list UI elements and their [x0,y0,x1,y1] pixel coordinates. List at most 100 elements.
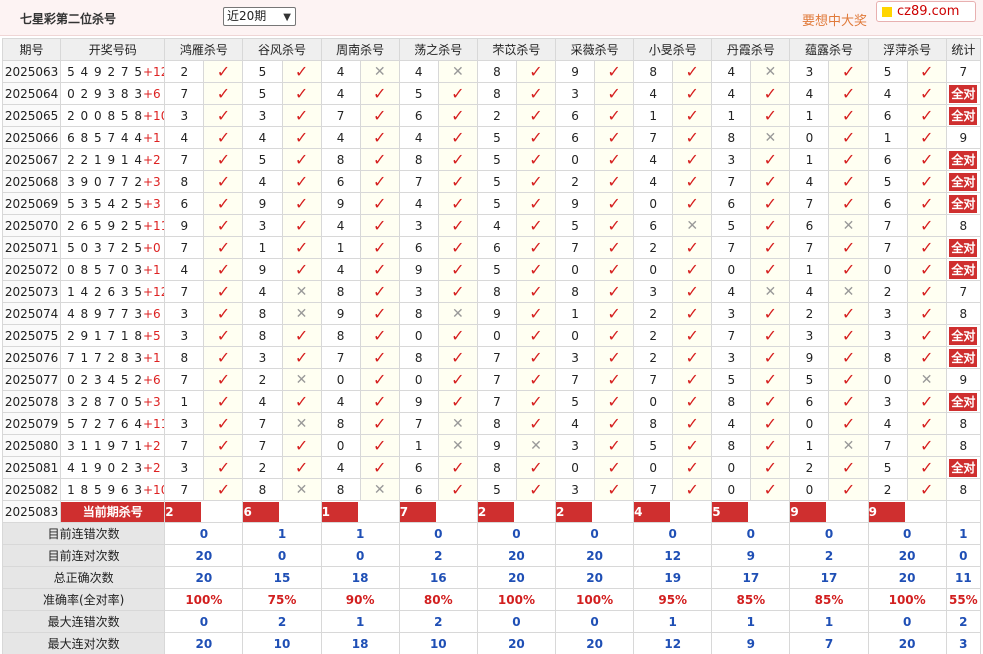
draw-numbers-cell: 0 2 3 4 5 2+6 [60,368,166,391]
result-mark: ✓ [437,280,478,303]
check-icon: ✓ [529,347,543,367]
draw-numbers-cell: 5 0 3 7 2 5+0 [60,236,166,259]
kill-number: 0 [554,324,596,347]
period-cell: 2025068 [1,170,62,193]
check-icon: ✓ [685,171,699,191]
result-mark: ✓ [906,258,947,281]
result-mark: ✕ [359,478,400,501]
stat-cell: 全对 [945,236,982,259]
kill-number: 3 [554,346,596,369]
draw-bonus: +12 [143,64,164,79]
result-mark: ✓ [828,368,869,391]
result-mark: ✓ [828,104,869,127]
draw-numbers-cell: 7 1 7 2 8 3+1 [60,346,166,369]
kill-number: 4 [320,82,361,105]
kill-number: 1 [789,258,830,281]
kill-number: 3 [164,456,205,479]
result-mark: ✕ [281,302,322,325]
kill-number: 9 [398,390,439,413]
result-mark: ✓ [672,368,713,391]
stats-value: 0 [242,544,322,567]
result-mark: ✓ [437,148,478,171]
ad-text[interactable]: 要想中大奖 [802,10,867,29]
period-cell: 2025080 [1,434,62,457]
cross-icon: ✕ [842,283,855,300]
table-row: 2025071 5 0 3 7 2 5+0 7 ✓ 1 ✓ 1 ✓ 6 ✓ 6 ✓ 7 ✓ 2 ✓ 7 ✓ 7 ✓ 7 ✓… [1,236,982,259]
kill-number: 8 [398,302,439,325]
stats-value: 0 [789,522,869,545]
result-mark: ✓ [203,346,244,369]
current-kill-number-cell: 5 [711,500,791,523]
kill-number: 3 [164,324,205,347]
kill-number: 2 [242,456,283,479]
kill-number: 8 [633,60,674,83]
kill-number: 7 [867,236,908,259]
result-mark: ✓ [828,412,869,435]
result-mark: ✓ [281,192,322,215]
cross-icon: ✕ [451,415,464,432]
draw-digits: 3 2 8 7 0 5 [67,394,143,409]
kill-number: 6 [398,478,439,501]
kill-number: 9 [320,302,361,325]
draw-bonus: +6 [143,86,161,101]
stat-cell: 8 [945,412,982,435]
check-icon: ✓ [372,325,387,345]
check-icon: ✓ [841,259,856,279]
result-mark: ✓ [437,258,478,281]
kill-number: 6 [398,236,439,259]
check-icon: ✓ [216,479,231,499]
draw-numbers-cell: 6 8 5 7 4 4+1 [60,126,166,149]
stats-value: 7 [789,632,869,654]
check-icon: ✓ [763,193,778,213]
kill-number: 9 [554,192,596,215]
kill-number: 5 [476,170,517,193]
current-kill-badge: 7 [400,501,436,522]
draw-bonus: +11 [143,416,164,431]
kill-number: 7 [320,346,361,369]
result-mark: ✓ [437,478,478,501]
result-mark: ✓ [594,478,635,501]
result-mark: ✓ [515,324,557,347]
period-range-select[interactable]: 近20期 ▼ [223,7,296,26]
result-mark: ✓ [359,412,400,435]
check-icon: ✓ [294,171,309,191]
table-row: 2025078 3 2 8 7 0 5+3 1 ✓ 4 ✓ 4 ✓ 9 ✓ 7 ✓ 5 ✓ 0 ✓ 8 ✓ 6 ✓ 3 ✓… [1,390,982,413]
draw-digits: 4 8 9 7 7 3 [67,306,143,321]
draw-bonus: +11 [143,218,164,233]
result-mark: ✓ [672,434,713,457]
stats-value: 9 [711,632,791,654]
result-mark: ✕ [437,434,478,457]
check-icon: ✓ [763,325,778,345]
check-icon: ✓ [451,259,465,279]
cross-icon: ✕ [295,305,308,322]
result-mark: ✓ [203,478,244,501]
kill-number: 2 [633,346,674,369]
check-icon: ✓ [216,127,231,147]
result-mark: ✓ [359,368,400,391]
kill-number: 0 [711,478,752,501]
check-icon: ✓ [919,281,934,301]
result-mark: ✓ [594,412,635,435]
current-kill-badge: 6 [243,501,280,522]
result-mark: ✓ [906,412,947,435]
page-title: 七星彩第二位杀号 [20,12,117,26]
stats-value: 1 [242,522,322,545]
cross-icon: ✕ [842,437,855,454]
column-header: 荡之杀号 [398,38,478,61]
check-icon: ✓ [451,237,465,257]
result-mark: ✓ [203,324,244,347]
kill-number: 4 [633,82,674,105]
site-logo[interactable]: cz89.com [876,1,976,22]
result-mark: ✕ [828,434,869,457]
kill-number: 8 [476,280,517,303]
all-correct-badge: 全对 [949,348,978,367]
result-mark: ✓ [359,126,400,149]
check-icon: ✓ [294,149,309,169]
check-icon: ✓ [685,413,699,433]
check-icon: ✓ [841,369,856,389]
stats-value: 12 [633,544,713,567]
kill-number: 7 [320,104,361,127]
check-icon: ✓ [919,105,934,125]
check-icon: ✓ [763,413,778,433]
current-kill-number-cell: 7 [398,500,478,523]
